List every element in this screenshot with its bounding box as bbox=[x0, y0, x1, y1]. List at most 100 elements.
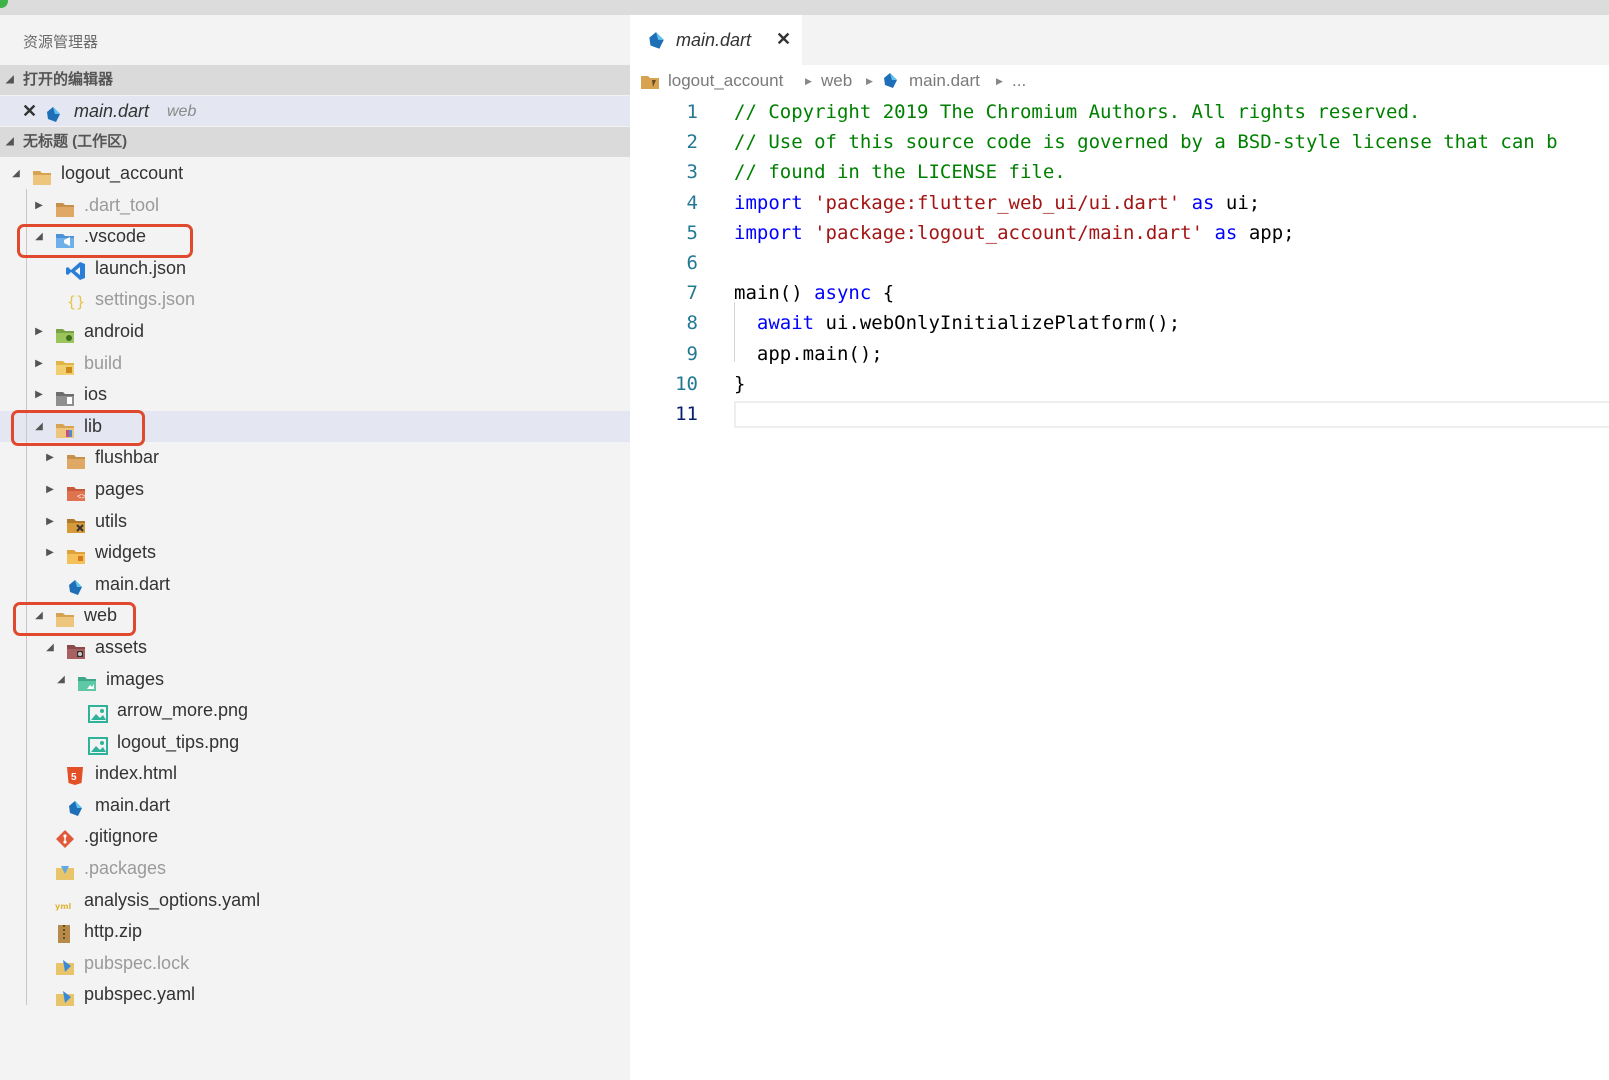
chevron-down-icon[interactable]: ◢ bbox=[55, 664, 67, 696]
code-line[interactable]: 3 // found in the LICENSE file. bbox=[630, 157, 1609, 187]
line-number: 11 bbox=[675, 402, 698, 425]
tree-file-item[interactable]: main.dart bbox=[0, 569, 630, 601]
tree-file-item[interactable]: http.zip bbox=[0, 916, 630, 948]
tree-item-label: assets bbox=[95, 636, 148, 657]
code-line[interactable]: 10} bbox=[630, 369, 1609, 399]
pubspec-icon bbox=[55, 955, 75, 975]
tree-folder-item[interactable]: ◢ logout_account bbox=[0, 158, 630, 190]
tree-folder-item[interactable]: ▶ ios bbox=[0, 379, 630, 411]
tree-folder-item[interactable]: ◢ images bbox=[0, 664, 630, 696]
tree-item-label: android bbox=[84, 320, 145, 341]
svg-text:yml: yml bbox=[55, 902, 72, 911]
indent-guide bbox=[26, 189, 27, 1005]
code-line[interactable]: 6 bbox=[630, 248, 1609, 278]
line-number: 7 bbox=[686, 282, 698, 305]
tree-folder-item[interactable]: ▶ build bbox=[0, 348, 630, 380]
code-text: import 'package:flutter_web_ui/ui.dart' … bbox=[734, 188, 1260, 218]
breadcrumb-item[interactable]: main.dart bbox=[909, 65, 980, 97]
code-line[interactable]: 1 // Copyright 2019 The Chromium Authors.… bbox=[630, 97, 1609, 127]
code-line[interactable]: 9 app.main(); bbox=[630, 339, 1609, 369]
tab-bar: main.dart ✕ bbox=[630, 15, 1609, 65]
tab-label: main.dart bbox=[676, 30, 752, 50]
build-folder-icon bbox=[55, 355, 75, 375]
close-icon[interactable]: ✕ bbox=[776, 29, 791, 50]
code-line[interactable]: 4 import 'package:flutter_web_ui/ui.dart'… bbox=[630, 188, 1609, 218]
tree-file-item[interactable]: pubspec.yaml bbox=[0, 979, 630, 1011]
folder-icon bbox=[55, 197, 75, 217]
tree-item-label: http.zip bbox=[84, 921, 143, 942]
tree-file-item[interactable]: yml analysis_options.yaml bbox=[0, 885, 630, 917]
code-line[interactable]: 11 bbox=[630, 399, 1609, 429]
tree-folder-item[interactable]: ▶ flushbar bbox=[0, 442, 630, 474]
dart-icon bbox=[646, 31, 666, 56]
tree-file-item[interactable]: {} settings.json bbox=[0, 284, 630, 316]
code-text: await ui.webOnlyInitializePlatform(); bbox=[734, 308, 1180, 338]
chevron-down-icon[interactable]: ◢ bbox=[44, 632, 56, 664]
code-text: // found in the LICENSE file. bbox=[734, 157, 1066, 187]
images-folder-icon bbox=[77, 671, 97, 691]
open-editor-item[interactable]: ✕ main.dart web bbox=[0, 96, 630, 126]
code-line[interactable]: 2 // Use of this source code is governed … bbox=[630, 127, 1609, 157]
chevron-down-icon[interactable]: ◢ bbox=[10, 158, 22, 190]
breadcrumb-item[interactable]: logout_account bbox=[668, 65, 783, 97]
tree-file-item[interactable]: .packages bbox=[0, 853, 630, 885]
tree-item-label: images bbox=[106, 668, 165, 689]
workspace-header[interactable]: ◢ 无标题 (工作区) bbox=[0, 127, 630, 157]
highlight-box-lib bbox=[11, 410, 145, 446]
window-control-dot[interactable] bbox=[0, 0, 8, 8]
open-editors-header[interactable]: ◢ 打开的编辑器 bbox=[0, 65, 630, 95]
code-token: // found in the LICENSE file. bbox=[734, 161, 1066, 184]
tree-file-item[interactable]: logout_tips.png bbox=[0, 727, 630, 759]
svg-text:<>: <> bbox=[77, 492, 86, 501]
code-token: 'package:logout_account/main.dart' bbox=[814, 221, 1204, 244]
chevron-right-icon[interactable]: ▶ bbox=[44, 506, 56, 538]
tree-folder-item[interactable]: ◢ assets bbox=[0, 632, 630, 664]
chevron-right-icon[interactable]: ▶ bbox=[33, 348, 45, 380]
chevron-down-icon: ◢ bbox=[6, 74, 14, 85]
tree-folder-item[interactable]: ▶ widgets bbox=[0, 537, 630, 569]
current-line-highlight bbox=[734, 400, 1609, 428]
breadcrumb-item[interactable]: web bbox=[821, 65, 852, 97]
zip-icon bbox=[55, 923, 75, 944]
tab-main-dart[interactable]: main.dart ✕ bbox=[630, 15, 802, 65]
svg-text:5: 5 bbox=[71, 772, 77, 783]
folder-icon bbox=[66, 449, 86, 470]
chevron-right-icon[interactable]: ▶ bbox=[33, 379, 45, 411]
code-token: ui.webOnlyInitializePlatform(); bbox=[814, 312, 1181, 335]
breadcrumb: logout_account ▶ web ▶ main.dart ▶ ... bbox=[630, 65, 1609, 97]
chevron-right-icon[interactable]: ▶ bbox=[44, 537, 56, 569]
chevron-right-icon[interactable]: ▶ bbox=[44, 442, 56, 474]
code-line[interactable]: 5 import 'package:logout_account/main.dar… bbox=[630, 218, 1609, 248]
tree-file-item[interactable]: main.dart bbox=[0, 790, 630, 822]
file-tree: ◢ logout_account ▶ .dart_tool ◢ .vscode launch… bbox=[0, 158, 630, 1011]
highlight-box-web bbox=[13, 602, 136, 636]
tree-folder-item[interactable]: ▶ .dart_tool bbox=[0, 190, 630, 222]
chevron-right-icon[interactable]: ▶ bbox=[33, 316, 45, 348]
code-line[interactable]: 8 await ui.webOnlyInitializePlatform(); bbox=[630, 308, 1609, 338]
code-editor[interactable]: 1 // Copyright 2019 The Chromium Authors.… bbox=[630, 97, 1609, 429]
tree-folder-item[interactable]: ▶ utils bbox=[0, 506, 630, 538]
tree-file-item[interactable]: 5 index.html bbox=[0, 758, 630, 790]
code-token: { bbox=[871, 282, 895, 305]
line-number: 9 bbox=[686, 342, 698, 365]
tree-folder-item[interactable]: ▶ <> pages bbox=[0, 474, 630, 506]
close-icon[interactable]: ✕ bbox=[22, 96, 37, 126]
code-line[interactable]: 7 main() async { bbox=[630, 278, 1609, 308]
breadcrumb-item[interactable]: ... bbox=[1012, 65, 1026, 97]
image-icon bbox=[88, 702, 108, 724]
tree-item-label: pubspec.lock bbox=[84, 952, 190, 973]
code-token: ui; bbox=[1214, 191, 1261, 214]
tree-folder-item[interactable]: ▶ android bbox=[0, 316, 630, 348]
tree-file-item[interactable]: pubspec.lock bbox=[0, 948, 630, 980]
chevron-right-icon[interactable]: ▶ bbox=[33, 190, 45, 222]
tree-file-item[interactable]: arrow_more.png bbox=[0, 695, 630, 727]
tree-file-item[interactable]: .gitignore bbox=[0, 821, 630, 853]
widgets-folder-icon bbox=[66, 544, 86, 565]
android-folder-icon bbox=[55, 323, 75, 343]
explorer-sidebar: 资源管理器 ◢ 打开的编辑器 ✕ main.dart web ◢ 无标题 (工作… bbox=[0, 15, 630, 1080]
ios-folder-icon bbox=[55, 386, 75, 407]
chevron-right-icon[interactable]: ▶ bbox=[44, 474, 56, 506]
